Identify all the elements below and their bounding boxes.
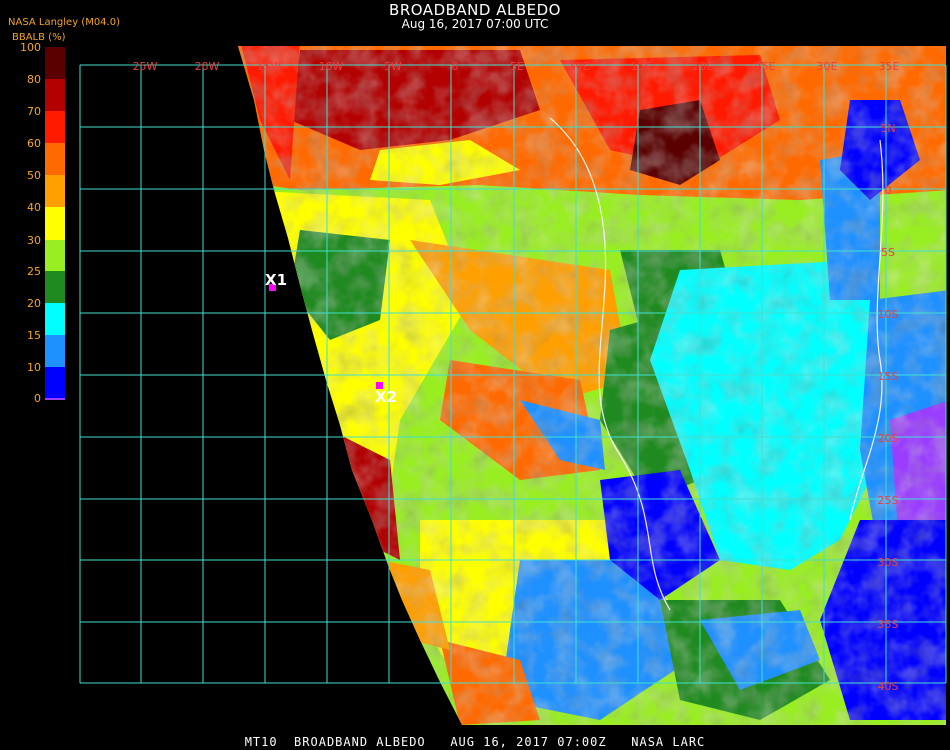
longitude-label: 35E	[879, 60, 900, 73]
albedo-map: 25W 20W 15W 10W 5W 0 5E 10E 15E 20E 25E 30E 35E 5N 0 5S…	[79, 46, 947, 725]
latitude-label: 10S	[878, 308, 899, 321]
longitude-label: 30E	[817, 60, 838, 73]
footer-bar: MT10 BROADBAND ALBEDO AUG 16, 2017 07:00…	[244, 735, 706, 749]
latitude-label: 30S	[878, 556, 899, 569]
latitude-label: 20S	[878, 432, 899, 445]
latitude-label: 25S	[878, 494, 899, 507]
latitude-label: 5N	[880, 122, 895, 135]
station-marker-label: X2	[375, 388, 397, 406]
longitude-label: 0	[452, 60, 459, 73]
latitude-label: 0	[885, 184, 892, 197]
longitude-label: 25E	[755, 60, 776, 73]
latitude-label: 5S	[881, 246, 895, 259]
longitude-label: 10W	[319, 60, 344, 73]
latitude-label: 15S	[878, 370, 899, 383]
longitude-label: 15E	[631, 60, 652, 73]
longitude-label: 20E	[693, 60, 714, 73]
longitude-label: 25W	[133, 60, 158, 73]
longitude-label: 15W	[257, 60, 282, 73]
latitude-label: 35S	[878, 618, 899, 631]
longitude-label: 5W	[384, 60, 402, 73]
longitude-label: 5E	[510, 60, 524, 73]
station-marker-label: X1	[265, 271, 287, 289]
latitude-label: 40S	[878, 680, 899, 693]
longitude-label: 20W	[195, 60, 220, 73]
longitude-label: 10E	[569, 60, 590, 73]
